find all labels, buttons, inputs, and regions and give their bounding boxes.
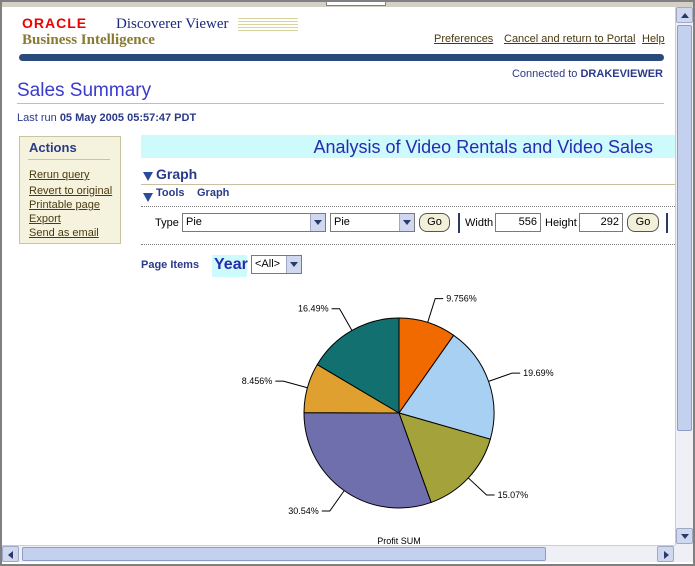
preferences-link[interactable]: Preferences bbox=[434, 33, 493, 45]
browser-window: ORACLE Discoverer Viewer Business Intell… bbox=[0, 0, 695, 566]
width-label: Width bbox=[465, 217, 494, 229]
pie-slice-label: 9.756% bbox=[446, 294, 477, 304]
height-input[interactable]: 292 bbox=[579, 213, 623, 232]
arrow-down-icon bbox=[681, 534, 689, 539]
revert-to-original-link[interactable]: Revert to original bbox=[29, 185, 112, 197]
cancel-return-portal-link[interactable]: Cancel and return to Portal bbox=[504, 33, 635, 45]
header-decoration bbox=[238, 18, 298, 32]
vertical-scrollbar[interactable] bbox=[675, 7, 693, 545]
height-label: Height bbox=[545, 217, 577, 229]
horizontal-scrollbar[interactable] bbox=[2, 545, 675, 562]
export-link[interactable]: Export bbox=[29, 213, 61, 225]
year-label-box: Year bbox=[212, 255, 248, 277]
actions-panel: Actions Rerun query Revert to original P… bbox=[19, 136, 121, 244]
send-as-email-link[interactable]: Send as email bbox=[29, 227, 99, 239]
chart-x-label: Profit SUM bbox=[377, 536, 421, 545]
last-run-label: Last run bbox=[17, 112, 57, 124]
arrow-left-icon bbox=[8, 551, 13, 559]
size-go-button[interactable]: Go bbox=[627, 213, 659, 232]
scroll-up-button[interactable] bbox=[676, 7, 693, 23]
pie-slice-label: 30.54% bbox=[288, 506, 319, 516]
analysis-title: Analysis of Video Rentals and Video Sale… bbox=[313, 137, 653, 157]
collapse-graph-icon[interactable] bbox=[143, 172, 153, 181]
page-content: ORACLE Discoverer Viewer Business Intell… bbox=[2, 7, 675, 545]
toolbar-bottom-dots bbox=[141, 244, 675, 245]
vertical-scroll-thumb[interactable] bbox=[677, 25, 692, 431]
last-run-value: 05 May 2005 05:57:47 PDT bbox=[59, 112, 197, 124]
chevron-down-icon[interactable] bbox=[310, 214, 325, 231]
arrow-up-icon bbox=[681, 13, 689, 18]
analysis-banner: Analysis of Video Rentals and Video Sale… bbox=[141, 135, 675, 158]
pie-slice-label: 19.69% bbox=[523, 368, 554, 378]
connected-label: Connected to bbox=[511, 68, 578, 80]
pie-leader-line bbox=[331, 308, 353, 331]
pie-leader-line bbox=[488, 372, 521, 382]
type-label: Type bbox=[155, 217, 179, 229]
product-name: Discoverer Viewer bbox=[116, 16, 229, 32]
tools-graph-label: Graph bbox=[197, 187, 230, 199]
collapse-tools-icon[interactable] bbox=[143, 193, 153, 202]
actions-title: Actions bbox=[29, 140, 77, 155]
scroll-down-button[interactable] bbox=[676, 528, 693, 544]
pie-leader-line bbox=[321, 490, 345, 512]
graph-subtype-value: Pie bbox=[334, 216, 350, 228]
graph-type-value: Pie bbox=[186, 216, 202, 228]
toolbar-top-dots bbox=[141, 206, 675, 207]
graph-section-divider bbox=[141, 184, 675, 185]
year-label: Year bbox=[214, 256, 248, 273]
window-tab[interactable] bbox=[326, 2, 386, 6]
type-go-button[interactable]: Go bbox=[419, 213, 450, 232]
year-select[interactable]: <All> bbox=[251, 255, 302, 274]
connected-user: DRAKEVIEWER bbox=[580, 68, 663, 80]
year-value: <All> bbox=[255, 258, 281, 270]
last-run: Last run 05 May 2005 05:57:47 PDT bbox=[17, 112, 196, 124]
scrollbar-corner bbox=[675, 545, 693, 562]
toolbar-separator bbox=[458, 213, 460, 233]
header-bar bbox=[19, 54, 664, 61]
scroll-left-button[interactable] bbox=[2, 546, 19, 562]
toolbar-separator bbox=[666, 213, 668, 233]
rerun-query-link[interactable]: Rerun query bbox=[29, 169, 90, 181]
horizontal-scroll-thumb[interactable] bbox=[22, 547, 546, 561]
product-subtitle: Business Intelligence bbox=[22, 32, 155, 48]
pie-leader-line bbox=[427, 298, 444, 323]
graph-subtype-select[interactable]: Pie bbox=[330, 213, 415, 232]
pie-chart: 9.756% 19.69% 15.07% 30.54% 8.456% 16.49% Prof… bbox=[242, 294, 554, 545]
pie-slice-label: 8.456% bbox=[242, 376, 273, 386]
scroll-right-button[interactable] bbox=[657, 546, 674, 562]
graph-type-select[interactable]: Pie bbox=[182, 213, 326, 232]
arrow-right-icon bbox=[664, 551, 669, 559]
help-link[interactable]: Help bbox=[642, 33, 665, 45]
pie-leader-line bbox=[275, 380, 308, 389]
chevron-down-icon[interactable] bbox=[399, 214, 414, 231]
page-title: Sales Summary bbox=[17, 80, 152, 101]
tools-label: Tools bbox=[156, 187, 185, 199]
page-items-label: Page Items bbox=[141, 259, 200, 271]
oracle-logo: ORACLE bbox=[22, 15, 88, 31]
pie-leader-line bbox=[467, 477, 495, 496]
pie-slice-label: 15.07% bbox=[498, 490, 529, 500]
chevron-down-icon[interactable] bbox=[286, 256, 301, 273]
printable-page-link[interactable]: Printable page bbox=[29, 199, 100, 211]
title-divider bbox=[17, 103, 664, 104]
pie-slice-label: 16.49% bbox=[298, 304, 329, 314]
width-input[interactable]: 556 bbox=[495, 213, 541, 232]
connection-status: Connected to DRAKEVIEWER bbox=[512, 68, 663, 80]
actions-divider bbox=[28, 159, 110, 160]
graph-section-title: Graph bbox=[156, 166, 198, 182]
